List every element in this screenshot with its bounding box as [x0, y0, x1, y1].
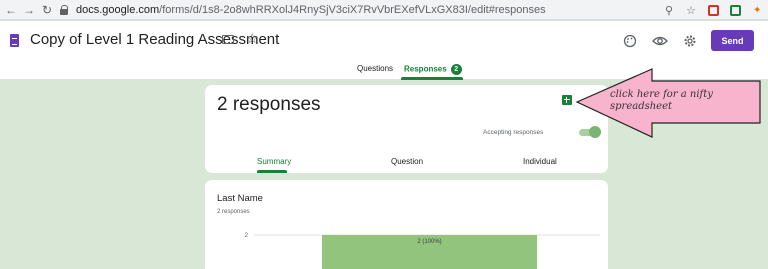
form-title[interactable]: Copy of Level 1 Reading Assessment — [30, 31, 279, 48]
url-path: /forms/d/1s8-2o8whRRXolJ4RnySjV3ciX7RvVb… — [159, 3, 546, 16]
forward-icon[interactable]: → — [20, 1, 38, 19]
lock-icon — [60, 4, 69, 15]
tab-question[interactable]: Question — [391, 157, 423, 166]
tab-questions[interactable]: Questions — [357, 64, 393, 73]
bookmark-star-icon[interactable]: ☆ — [684, 3, 698, 17]
extension-red-icon[interactable] — [706, 3, 720, 17]
tab-summary[interactable]: Summary — [257, 157, 291, 166]
question-response-count: 2 responses — [217, 209, 250, 215]
extension-partial-icon[interactable]: ✦ — [750, 3, 764, 17]
forms-header: Copy of Level 1 Reading Assessment ☆ Sen… — [0, 21, 768, 80]
preview-eye-icon[interactable] — [651, 32, 669, 50]
forms-logo-icon[interactable] — [10, 34, 19, 47]
star-icon[interactable]: ☆ — [246, 30, 259, 47]
toggle-knob[interactable] — [589, 126, 601, 138]
active-subtab-indicator — [257, 170, 287, 173]
form-tabs: Questions Responses 2 — [0, 61, 768, 80]
responses-count-badge: 2 — [450, 64, 462, 75]
palette-icon[interactable] — [621, 32, 639, 50]
responses-count-heading: 2 responses — [217, 94, 321, 115]
extension-green-icon[interactable] — [728, 3, 742, 17]
address-bar[interactable]: docs.google.com/forms/d/1s8-2o8whRRXolJ4… — [60, 1, 630, 18]
zoom-icon[interactable]: ⚲ — [662, 3, 676, 17]
callout-text: click here for a nifty spreadsheet — [610, 89, 713, 112]
back-icon[interactable]: ← — [2, 1, 20, 19]
active-tab-indicator — [401, 77, 463, 80]
responses-summary-card: 2 responses Accepting responses Summary … — [205, 85, 608, 173]
question-summary-card: Last Name 2 responses 2 2 (100%) — [205, 180, 608, 269]
accepting-responses-label: Accepting responses — [483, 129, 544, 136]
settings-gear-icon[interactable] — [681, 32, 699, 50]
reload-icon[interactable]: ↻ — [38, 1, 56, 19]
tab-responses[interactable]: Responses 2 — [404, 64, 462, 75]
y-tick-label: 2 — [245, 233, 249, 239]
browser-toolbar: ← → ↻ docs.google.com/forms/d/1s8-2o8whR… — [0, 0, 768, 20]
sheets-icon[interactable] — [562, 95, 572, 105]
bar-data-label: 2 (100%) — [417, 239, 441, 245]
tab-responses-label: Responses — [404, 64, 447, 74]
tab-individual[interactable]: Individual — [523, 157, 557, 166]
response-bar-chart: 2 2 (100%) — [245, 233, 600, 269]
url-host: docs.google.com — [76, 3, 160, 16]
send-button[interactable]: Send — [711, 30, 754, 51]
question-title: Last Name — [217, 193, 263, 204]
folder-icon[interactable] — [222, 35, 234, 44]
